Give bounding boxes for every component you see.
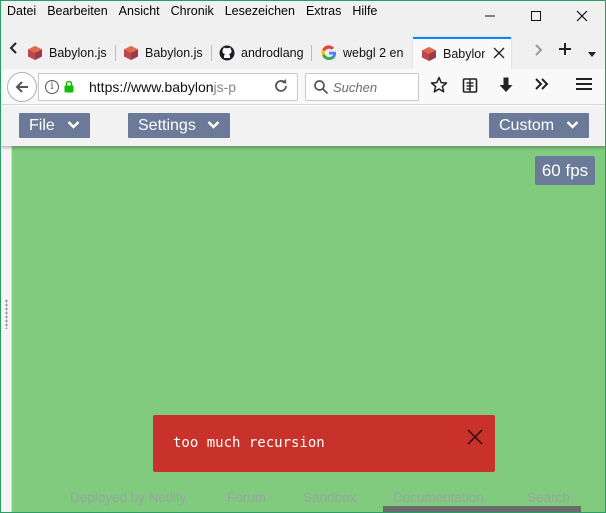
footer-link-netlify[interactable]: Deployed by Netlify	[70, 490, 186, 505]
bookmark-star-button[interactable]	[428, 76, 450, 98]
tab-babylon-active[interactable]: Babylon	[413, 37, 511, 69]
custom-menu-button[interactable]: Custom	[489, 113, 589, 138]
tab-title: androdlang	[241, 46, 303, 60]
lock-icon	[64, 80, 74, 93]
playground-header: File Settings Custom	[1, 106, 605, 146]
chevron-down-icon	[207, 121, 220, 129]
close-icon	[467, 429, 483, 445]
url-text[interactable]: https://www.babylonjs-p	[89, 79, 239, 95]
footer-link-documentation[interactable]: Documentation	[393, 490, 484, 505]
tab-title: webgl 2 en	[343, 46, 404, 60]
reload-button[interactable]	[273, 78, 289, 98]
tab-google[interactable]: webgl 2 en	[313, 37, 413, 69]
new-tab-button[interactable]	[558, 41, 572, 60]
hamburger-icon	[576, 78, 592, 90]
babylon-logo-icon	[123, 45, 139, 61]
menu-ansicht[interactable]: Ansicht	[119, 4, 160, 18]
url-host: https://www.babylon	[89, 79, 214, 95]
hamburger-menu-button[interactable]	[573, 76, 595, 96]
chevron-down-icon	[566, 121, 579, 129]
maximize-button[interactable]	[513, 1, 559, 31]
maximize-icon	[531, 11, 541, 21]
tab-title: Babylon.js	[145, 46, 203, 60]
menu-bearbeiten[interactable]: Bearbeiten	[47, 4, 107, 18]
caret-down-icon	[588, 52, 596, 57]
file-menu-button[interactable]: File	[19, 113, 90, 138]
info-icon[interactable]: i	[45, 80, 59, 94]
close-tab-button[interactable]	[493, 46, 505, 62]
tab-babylon-1[interactable]: Babylon.js	[19, 37, 115, 69]
star-icon	[430, 76, 448, 93]
menu-chronik[interactable]: Chronik	[171, 4, 214, 18]
arrow-left-icon	[15, 81, 28, 93]
tab-github[interactable]: androdlang	[211, 37, 311, 69]
menu-bar: Datei Bearbeiten Ansicht Chronik Lesezei…	[1, 1, 605, 31]
close-icon	[576, 10, 588, 22]
file-label: File	[29, 116, 55, 134]
overflow-button[interactable]	[531, 76, 553, 96]
downloads-button[interactable]	[495, 76, 517, 98]
tab-title: Babylon.js	[49, 46, 107, 60]
close-window-button[interactable]	[559, 1, 605, 31]
menu-lesezeichen[interactable]: Lesezeichen	[225, 4, 295, 18]
menu-hilfe[interactable]: Hilfe	[352, 4, 377, 18]
search-bar[interactable]: Suchen	[305, 73, 419, 101]
chevron-left-icon	[9, 42, 17, 54]
error-message: too much recursion	[173, 435, 325, 451]
footer-link-search[interactable]: Search	[527, 490, 570, 505]
footer-link-sandbox[interactable]: Sandbox	[303, 490, 356, 505]
close-error-button[interactable]	[467, 429, 483, 449]
tab-list-button[interactable]	[587, 44, 597, 63]
menu-datei[interactable]: Datei	[7, 4, 36, 18]
reload-icon	[275, 79, 287, 92]
tab-babylon-2[interactable]: Babylon.js	[115, 37, 211, 69]
tab-title: Babylon	[443, 47, 485, 61]
tab-strip: Babylon.js Babylon.js androdlang webgl 2…	[1, 31, 605, 69]
chevron-down-icon	[67, 121, 80, 129]
github-icon	[219, 45, 235, 61]
splitter-grip-icon	[5, 299, 8, 329]
editor-splitter[interactable]	[1, 146, 12, 512]
settings-menu-button[interactable]: Settings	[128, 113, 230, 138]
minimize-icon	[485, 15, 495, 17]
scroll-tabs-right-button[interactable]	[533, 42, 543, 61]
scroll-tabs-left-button[interactable]	[9, 41, 19, 59]
footer-link-forum[interactable]: Forum	[227, 490, 266, 505]
back-button[interactable]	[7, 72, 37, 102]
navigation-bar: i https://www.babylonjs-p Suchen	[1, 69, 605, 105]
custom-label: Custom	[499, 116, 555, 134]
menu-extras[interactable]: Extras	[306, 4, 341, 18]
babylon-logo-icon	[27, 45, 43, 61]
search-placeholder: Suchen	[333, 80, 378, 95]
download-arrow-icon	[499, 77, 513, 92]
babylon-logo-icon	[421, 46, 437, 62]
settings-label: Settings	[138, 116, 196, 134]
url-bar[interactable]: i https://www.babylonjs-p	[38, 73, 298, 101]
reader-view-button[interactable]	[459, 76, 481, 98]
clipboard-icon	[462, 78, 478, 93]
fps-counter: 60 fps	[535, 156, 595, 185]
google-icon	[321, 45, 337, 61]
plus-icon	[559, 43, 571, 55]
close-icon	[493, 47, 505, 59]
footer-scrollbar[interactable]	[383, 506, 581, 512]
url-path: js-p	[213, 79, 237, 95]
double-chevron-right-icon	[535, 78, 549, 90]
minimize-button[interactable]	[467, 1, 513, 31]
error-toast: too much recursion	[153, 415, 495, 472]
search-icon	[314, 80, 329, 95]
chevron-right-icon	[535, 44, 543, 56]
browser-window: Datei Bearbeiten Ansicht Chronik Lesezei…	[0, 0, 606, 513]
